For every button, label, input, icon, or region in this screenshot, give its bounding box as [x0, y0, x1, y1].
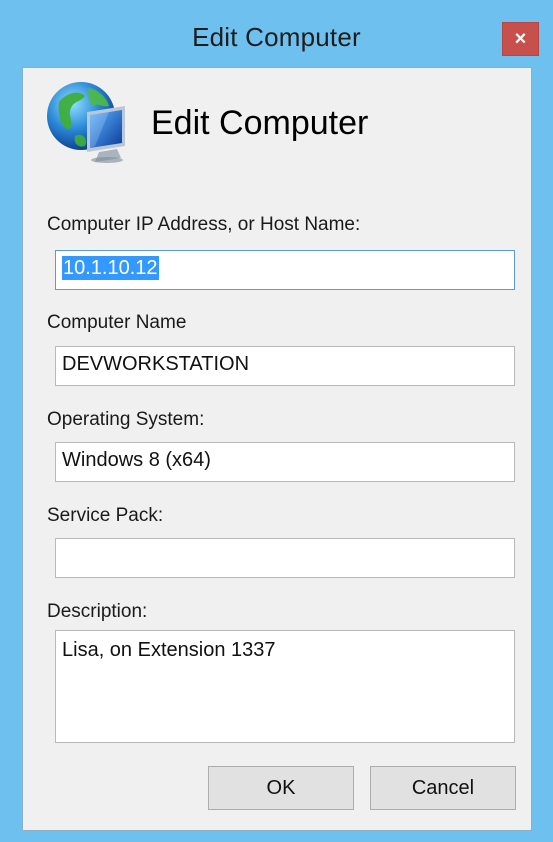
dialog-window: Edit Computer × Edit Computer Computer I… [0, 0, 553, 842]
computer-name-input[interactable]: DEVWORKSTATION [55, 346, 515, 386]
operating-system-value: Windows 8 (x64) [62, 449, 211, 471]
window-title: Edit Computer [192, 22, 361, 52]
globe-monitor-icon [47, 82, 125, 163]
close-icon: × [514, 27, 527, 50]
dialog-heading: Edit Computer [151, 104, 369, 142]
ip-address-value: 10.1.10.12 [62, 256, 159, 280]
description-textarea[interactable]: Lisa, on Extension 1337 [55, 630, 515, 743]
cancel-button[interactable]: Cancel [370, 766, 516, 810]
dialog-body: Edit Computer Computer IP Address, or Ho… [22, 67, 532, 831]
service-pack-input[interactable] [55, 538, 515, 578]
operating-system-input[interactable]: Windows 8 (x64) [55, 442, 515, 482]
operating-system-label: Operating System: [47, 409, 205, 430]
computer-name-value: DEVWORKSTATION [62, 353, 250, 375]
ok-button[interactable]: OK [208, 766, 354, 810]
ip-address-input[interactable]: 10.1.10.12 [55, 250, 515, 290]
description-value: Lisa, on Extension 1337 [62, 639, 276, 661]
service-pack-label: Service Pack: [47, 505, 164, 526]
description-label: Description: [47, 601, 148, 622]
ip-address-label: Computer IP Address, or Host Name: [47, 214, 361, 235]
close-button[interactable]: × [502, 22, 539, 56]
computer-name-label: Computer Name [47, 312, 187, 333]
title-bar[interactable]: Edit Computer × [0, 0, 553, 77]
